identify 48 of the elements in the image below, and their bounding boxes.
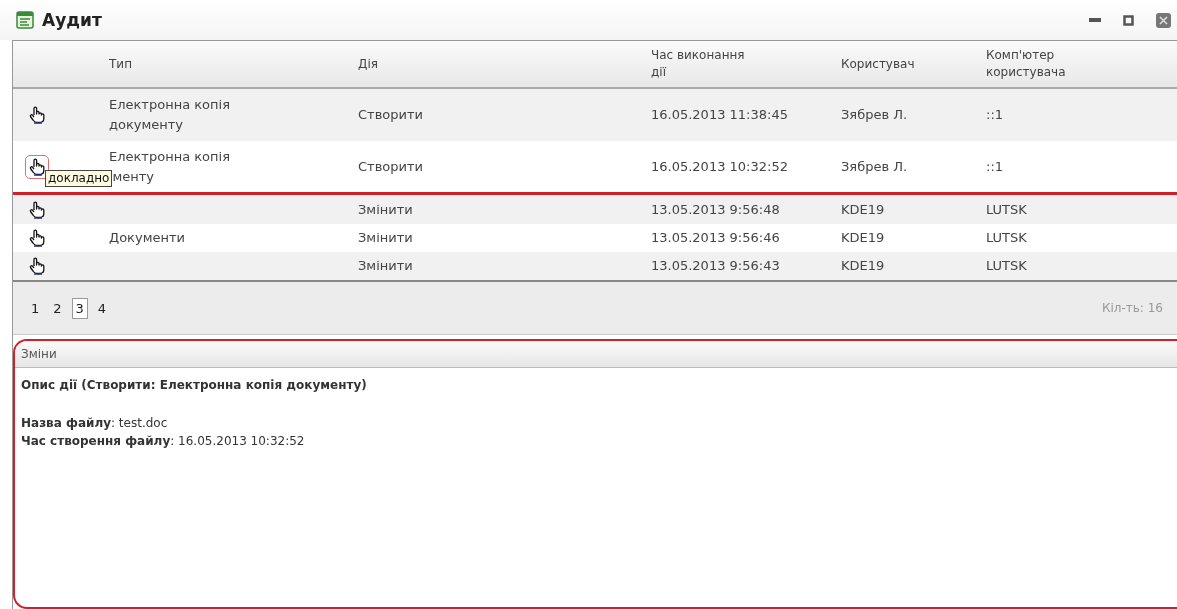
page-button[interactable]: 3 [71, 297, 88, 319]
table-cell-text: Електронна копія документу [108, 96, 231, 134]
column-header[interactable]: Дія [340, 55, 468, 73]
table-cell-text: LUTSK [985, 257, 1028, 275]
table-cell-text: Створити [357, 157, 424, 176]
window-title: Аудит [42, 10, 102, 30]
table-cell-text: KDE19 [840, 200, 886, 219]
table-cell-text: LUTSK [985, 229, 1028, 247]
table-cell-text: ::1 [985, 157, 1005, 176]
pointing-hand-icon [29, 200, 45, 219]
table-cell-text: Змінити [357, 229, 414, 247]
pointing-hand-icon [29, 106, 45, 124]
table-cell-text: 13.05.2013 9:56:46 [650, 229, 781, 247]
action-description: Опис дії (Створити: Електронна копія документу) [21, 378, 368, 392]
table-cell-text: Створити [357, 106, 424, 124]
window-icon [16, 11, 34, 29]
table-cell-text: 13.05.2013 9:56:48 [650, 200, 781, 219]
table-cell-text: KDE19 [840, 229, 886, 247]
page-button[interactable]: 4 [93, 297, 111, 319]
table-cell-text: Документи [108, 229, 186, 247]
detail-field: Час створення файлу: 16.05.2013 10:32:52 [21, 432, 1171, 450]
maximize-icon[interactable] [1123, 14, 1134, 26]
table-cell-text: 13.05.2013 9:56:43 [650, 257, 781, 275]
column-header[interactable]: Комп'ютер користувача [968, 47, 1096, 81]
page-button[interactable]: 1 [27, 297, 44, 319]
pointing-hand-icon [29, 157, 45, 176]
panel-title: Зміни [21, 347, 57, 361]
table-cell-text: 16.05.2013 10:32:52 [650, 157, 789, 176]
close-icon[interactable] [1156, 12, 1171, 28]
pointing-hand-icon [29, 257, 45, 275]
page-button[interactable]: 2 [49, 297, 66, 319]
table-cell-text: KDE19 [840, 257, 886, 275]
table-cell-text: ::1 [985, 106, 1005, 124]
tooltip: докладно [45, 169, 113, 187]
table-cell-text: LUTSK [985, 200, 1028, 219]
table-cell-text: Зябрев Л. [840, 157, 909, 176]
column-header[interactable]: Тип [91, 55, 219, 73]
pointing-hand-icon [29, 229, 45, 247]
table-cell-text: Змінити [357, 200, 414, 219]
table-cell-text: Зябрев Л. [840, 106, 909, 124]
table-cell-text: менту [112, 167, 154, 186]
table-cell-text: 16.05.2013 11:38:45 [650, 106, 789, 124]
detail-field: Назва файлу: test.doc [21, 414, 1171, 432]
column-header[interactable]: Користувач [823, 55, 951, 73]
column-header[interactable]: Час виконання дії [633, 47, 761, 81]
table-cell-text: Змінити [357, 257, 414, 275]
table-cell-text: Електронна копія [108, 147, 231, 166]
record-count: Кіл-ть: 16 [1101, 301, 1163, 315]
